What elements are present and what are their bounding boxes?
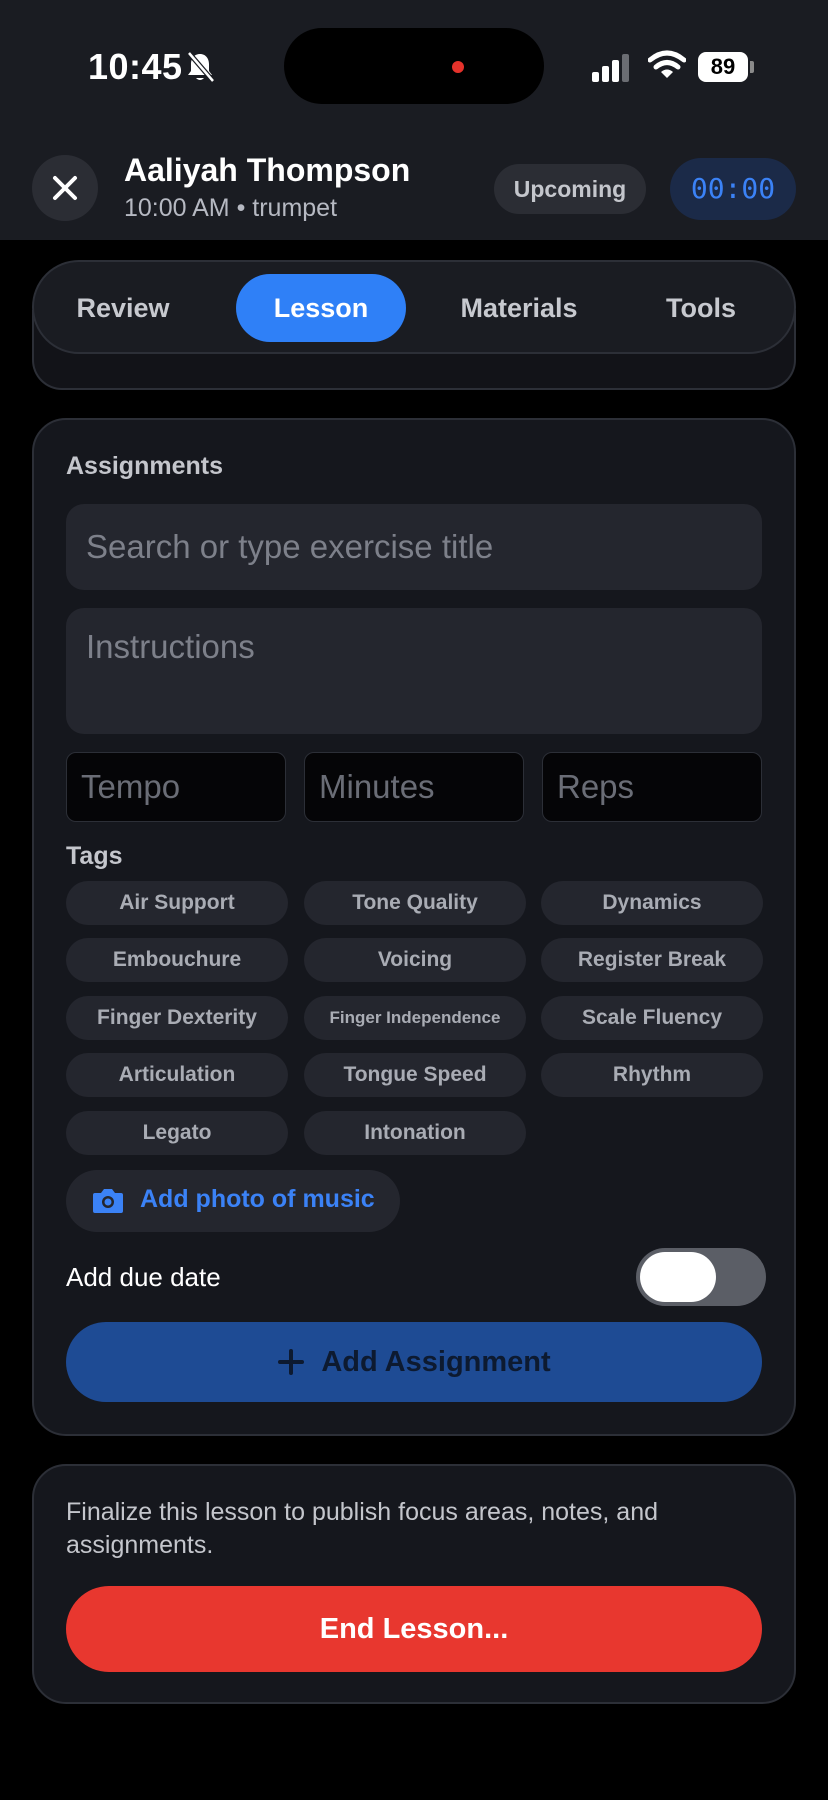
tab-bar: Review Lesson Materials Tools [32, 260, 796, 354]
add-assignment-button[interactable]: Add Assignment [66, 1322, 762, 1402]
exercise-search-input[interactable]: Search or type exercise title [66, 504, 762, 590]
due-date-label: Add due date [66, 1262, 221, 1292]
clock: 10:45 [88, 46, 183, 87]
tab-review[interactable]: Review [48, 274, 198, 342]
status-badge: Upcoming [494, 164, 646, 214]
signal-icon [592, 54, 629, 82]
close-button[interactable] [32, 155, 98, 221]
toggle-knob [640, 1252, 716, 1302]
add-photo-label: Add photo of music [140, 1185, 375, 1213]
tag-chip[interactable]: Finger Independence [304, 996, 526, 1040]
minutes-input[interactable]: Minutes [304, 752, 524, 822]
bell-slash-icon [187, 51, 215, 83]
battery-icon: 89 [698, 52, 748, 82]
close-icon [53, 176, 77, 200]
tag-chip[interactable]: Register Break [541, 938, 763, 982]
wifi-icon [648, 50, 686, 78]
tag-chip[interactable]: Tongue Speed [304, 1053, 526, 1097]
tag-chip[interactable]: Intonation [304, 1111, 526, 1155]
assignments-title: Assignments [66, 452, 223, 480]
tag-chip[interactable]: Embouchure [66, 938, 288, 982]
student-name: Aaliyah Thompson [124, 152, 411, 188]
tab-lesson[interactable]: Lesson [236, 274, 406, 342]
dynamic-island [284, 28, 544, 104]
due-date-toggle[interactable] [636, 1248, 766, 1306]
tag-chip[interactable]: Rhythm [541, 1053, 763, 1097]
tag-chip[interactable]: Legato [66, 1111, 288, 1155]
lesson-meta: 10:00 AM • trumpet [124, 194, 338, 222]
add-assignment-label: Add Assignment [321, 1345, 551, 1378]
tag-chip[interactable]: Tone Quality [304, 881, 526, 925]
reps-input[interactable]: Reps [542, 752, 762, 822]
camera-icon [93, 1189, 123, 1213]
plus-icon [278, 1349, 305, 1375]
lesson-timer: 00:00 [670, 158, 796, 220]
recording-indicator [452, 61, 464, 73]
tab-tools[interactable]: Tools [626, 274, 776, 342]
tag-chip[interactable]: Voicing [304, 938, 526, 982]
tag-chip[interactable]: Finger Dexterity [66, 996, 288, 1040]
instructions-field[interactable]: Instructions [66, 608, 762, 734]
finalize-text: Finalize this lesson to publish focus ar… [66, 1498, 659, 1559]
tempo-input[interactable]: Tempo [66, 752, 286, 822]
tab-materials[interactable]: Materials [424, 274, 614, 342]
tag-chip[interactable]: Articulation [66, 1053, 288, 1097]
battery-tip [750, 61, 754, 73]
tag-chip[interactable]: Dynamics [541, 881, 763, 925]
end-lesson-button[interactable]: End Lesson... [66, 1586, 762, 1672]
tag-chip[interactable]: Air Support [66, 881, 288, 925]
tags-label: Tags [66, 842, 123, 870]
tag-chip[interactable]: Scale Fluency [541, 996, 763, 1040]
